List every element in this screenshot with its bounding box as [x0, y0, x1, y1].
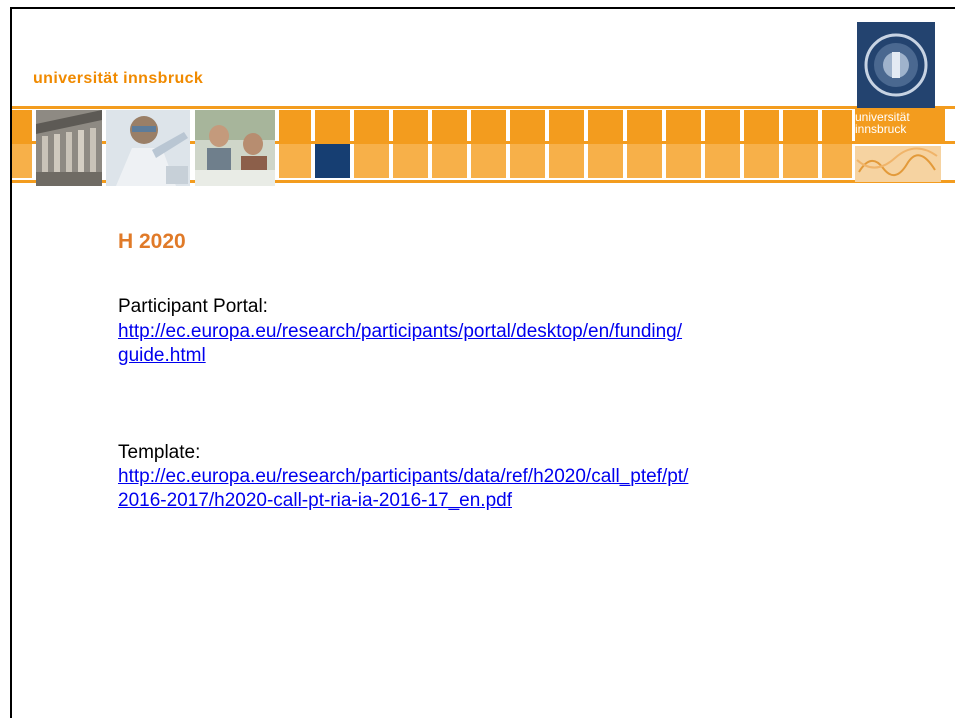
- university-name: universität innsbruck: [33, 70, 204, 87]
- template-link-line1[interactable]: http://ec.europa.eu/research/participant…: [118, 466, 688, 488]
- participant-portal-link-line1[interactable]: http://ec.europa.eu/research/participant…: [118, 321, 682, 343]
- slide-border-top: [10, 7, 955, 9]
- building-photo: [36, 110, 102, 186]
- slide-title: H 2020: [118, 230, 186, 253]
- logo-pattern: [855, 146, 941, 182]
- navy-accent-square: [315, 144, 350, 178]
- logo-wordmark: universität innsbruck: [855, 109, 945, 143]
- participant-portal-link-line2[interactable]: guide.html: [118, 345, 206, 367]
- template-link-line2[interactable]: 2016-2017/h2020-call-pt-ria-ia-2016-17_e…: [118, 490, 512, 512]
- university-seal-logo: [857, 22, 935, 108]
- scientist-photo: [106, 110, 190, 186]
- template-label: Template:: [118, 442, 201, 463]
- participant-portal-label: Participant Portal:: [118, 296, 268, 317]
- logo-wordmark-line2: innsbruck: [855, 122, 907, 136]
- slide: universität innsbruck universität innsbr…: [0, 0, 955, 718]
- students-photo: [195, 110, 275, 186]
